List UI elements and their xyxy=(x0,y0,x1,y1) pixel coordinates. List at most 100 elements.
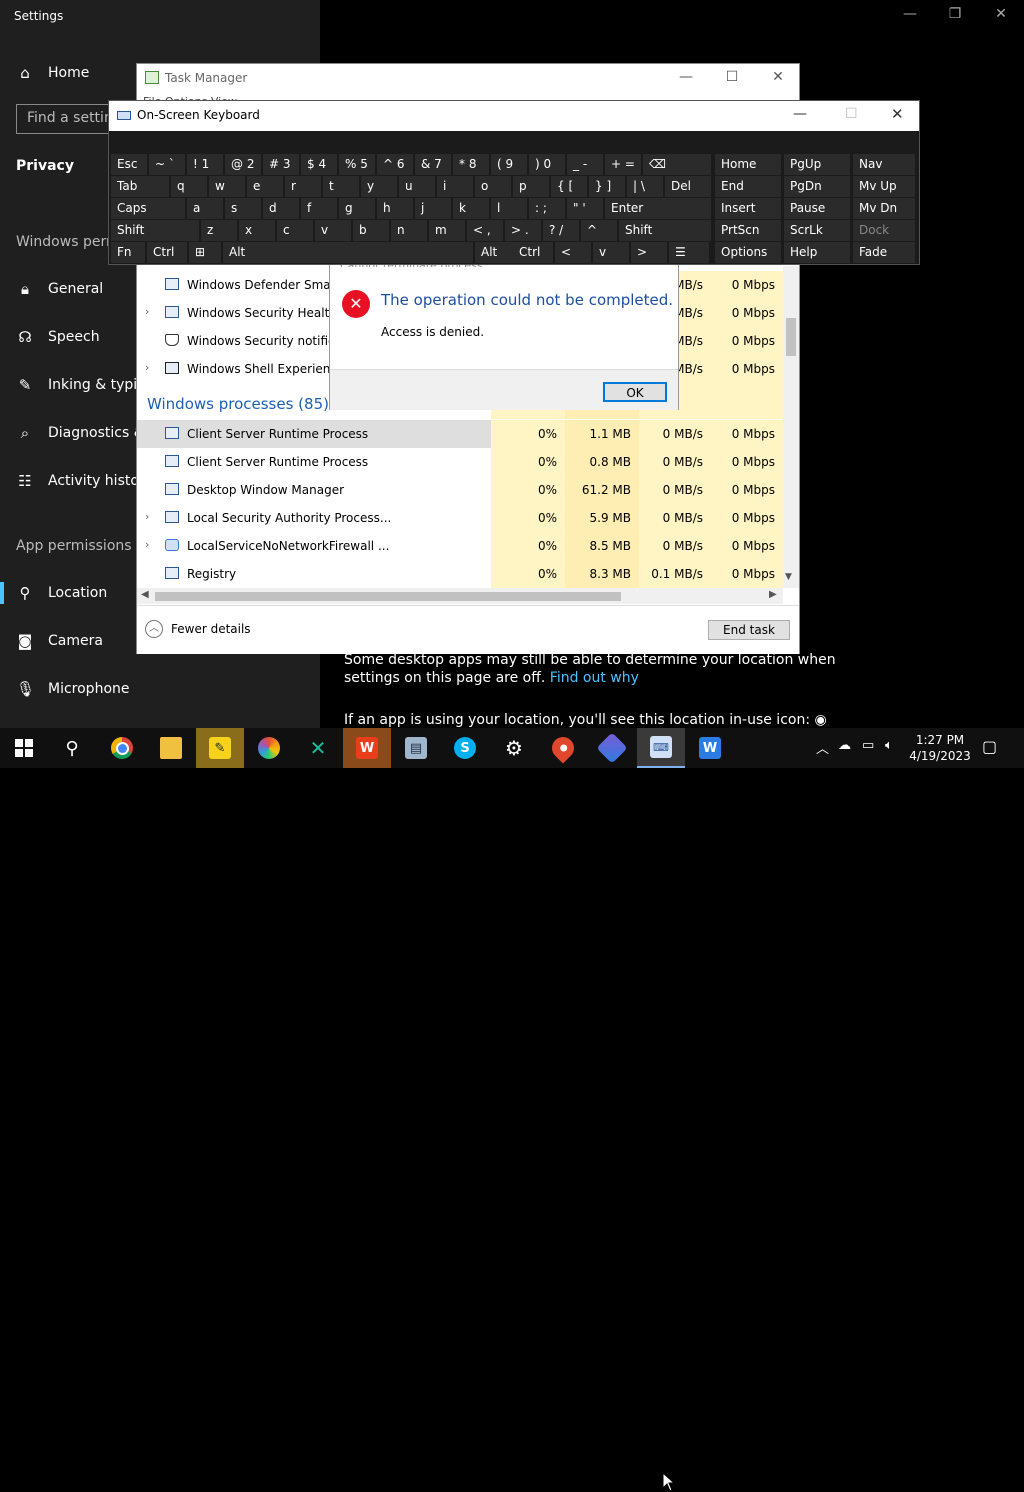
key-tab[interactable]: Tab xyxy=(111,176,169,197)
key-char-0-10[interactable]: ( 9 xyxy=(491,154,527,175)
expand-chevron-icon[interactable]: › xyxy=(145,305,149,318)
scroll-down-arrow-icon[interactable]: ▼ xyxy=(785,572,792,582)
key-char-1-6[interactable]: y xyxy=(361,176,397,197)
xmind-icon[interactable]: ✕ xyxy=(294,728,342,768)
key-char-0-2[interactable]: ! 1 xyxy=(187,154,223,175)
power-automate-icon[interactable] xyxy=(588,728,636,768)
key-char-1-5[interactable]: t xyxy=(323,176,359,197)
vertical-scroll-thumb[interactable] xyxy=(786,318,796,356)
key-char-2-6[interactable]: h xyxy=(377,198,413,219)
key-char-0-1[interactable]: ~ ` xyxy=(149,154,185,175)
action-center-icon[interactable]: ▢ xyxy=(982,737,997,756)
horizontal-scroll-thumb[interactable] xyxy=(155,592,621,601)
key-char-2-5[interactable]: g xyxy=(339,198,375,219)
key-char-1-1[interactable]: q xyxy=(171,176,207,197)
expand-chevron-icon[interactable]: › xyxy=(145,538,149,551)
network-icon[interactable]: ▭ xyxy=(862,738,874,753)
key-alt[interactable]: Alt xyxy=(475,242,515,263)
expand-chevron-icon[interactable]: › xyxy=(145,361,149,374)
key-help[interactable]: Help xyxy=(784,242,850,263)
photos-icon[interactable] xyxy=(245,728,293,768)
key-char-3-5[interactable]: b xyxy=(353,220,389,241)
osk-close-button[interactable]: ✕ xyxy=(891,105,904,123)
key-scrlk[interactable]: ScrLk xyxy=(784,220,850,241)
show-hidden-icons-chevron-icon[interactable]: ︿ xyxy=(816,738,829,757)
key-char-1-2[interactable]: w xyxy=(209,176,245,197)
scroll-left-arrow-icon[interactable]: ◀ xyxy=(141,589,149,600)
key-char-1-9[interactable]: o xyxy=(475,176,511,197)
key-fn[interactable]: Fn xyxy=(111,242,145,263)
key-shift[interactable]: Shift xyxy=(619,220,711,241)
volume-icon[interactable]: 🔈︎ xyxy=(885,738,893,753)
key-end[interactable]: End xyxy=(715,176,781,197)
key-delete[interactable]: Del xyxy=(665,176,711,197)
nav-activity-history[interactable]: ☷ Activity history xyxy=(16,472,153,490)
key-char-2-3[interactable]: d xyxy=(263,198,299,219)
skype-icon[interactable]: S xyxy=(441,728,489,768)
key-char-2-4[interactable]: f xyxy=(301,198,337,219)
expand-chevron-icon[interactable]: › xyxy=(145,510,149,523)
end-task-button[interactable]: End task xyxy=(708,620,790,640)
key-char-3-2[interactable]: x xyxy=(239,220,275,241)
key-down-arrow[interactable]: v xyxy=(315,220,351,241)
nav-general[interactable]: 🔒︎ General xyxy=(16,280,103,298)
key-char-0-4[interactable]: # 3 xyxy=(263,154,299,175)
key-ctrl[interactable]: Ctrl xyxy=(147,242,187,263)
key-char-3-9[interactable]: > . xyxy=(505,220,541,241)
key-char-0-9[interactable]: * 8 xyxy=(453,154,489,175)
key-char-1-10[interactable]: p xyxy=(513,176,549,197)
key-char-0-8[interactable]: & 7 xyxy=(415,154,451,175)
key-char-2-9[interactable]: l xyxy=(491,198,527,219)
key-char-1-7[interactable]: u xyxy=(399,176,435,197)
table-row[interactable]: Registry 0% 8.3 MB 0.1 MB/s 0 Mbps xyxy=(137,560,783,588)
start-icon[interactable] xyxy=(0,728,48,768)
table-row[interactable]: › Local Security Authority Process... 0%… xyxy=(137,504,783,532)
chrome-icon[interactable] xyxy=(98,728,146,768)
key-char-3-3[interactable]: c xyxy=(277,220,313,241)
key-pgup[interactable]: PgUp xyxy=(784,154,850,175)
table-row-selected[interactable]: Client Server Runtime Process 0% 1.1 MB … xyxy=(137,420,783,448)
file-explorer-icon[interactable] xyxy=(147,728,195,768)
key-char-2-11[interactable]: " ' xyxy=(567,198,603,219)
key-char-3-6[interactable]: n xyxy=(391,220,427,241)
key-char-2-10[interactable]: : ; xyxy=(529,198,565,219)
tm-minimize-button[interactable]: — xyxy=(671,69,701,85)
key-menu[interactable]: ☰ xyxy=(669,242,709,263)
settings-icon[interactable]: ⚙ xyxy=(490,728,538,768)
key-prtscn[interactable]: PrtScn xyxy=(715,220,781,241)
vertical-scrollbar[interactable]: ▼ xyxy=(783,266,799,588)
ok-button[interactable]: OK xyxy=(603,382,667,402)
table-row[interactable]: Desktop Window Manager 0% 61.2 MB 0 MB/s… xyxy=(137,476,783,504)
horizontal-scrollbar[interactable]: ◀ ▶ xyxy=(137,588,783,604)
office-icon[interactable]: W xyxy=(343,728,391,768)
key-shift[interactable]: Shift xyxy=(111,220,199,241)
key-char-2-1[interactable]: a xyxy=(187,198,223,219)
settings-minimize-button[interactable]: — xyxy=(900,6,920,22)
key-char-0-12[interactable]: _ - xyxy=(567,154,603,175)
key-down-arrow[interactable]: v xyxy=(593,242,629,263)
key-char-1-13[interactable]: | \ xyxy=(627,176,663,197)
scroll-right-arrow-icon[interactable]: ▶ xyxy=(769,589,777,600)
onedrive-icon[interactable]: ☁ xyxy=(838,738,851,753)
key-char-1-12[interactable]: } ] xyxy=(589,176,625,197)
key-char-3-8[interactable]: < , xyxy=(467,220,503,241)
settings-close-button[interactable]: ✕ xyxy=(991,6,1011,22)
key-char-0-13[interactable]: + = xyxy=(605,154,641,175)
osk-icon[interactable]: ⌨ xyxy=(637,728,685,768)
fewer-details-button[interactable]: ︿ Fewer details xyxy=(145,620,251,638)
key-alt[interactable]: Alt xyxy=(223,242,473,263)
nav-inking[interactable]: ✎ Inking & typing xyxy=(16,376,155,394)
key-char-0-6[interactable]: % 5 xyxy=(339,154,375,175)
home-nav-item[interactable]: ⌂ Home xyxy=(16,64,89,82)
key-left-arrow[interactable]: < xyxy=(555,242,591,263)
find-out-why-link[interactable]: Find out why xyxy=(550,670,639,686)
nav-camera[interactable]: ◙ Camera xyxy=(16,632,103,650)
key-nav[interactable]: Nav xyxy=(853,154,915,175)
key-char-2-7[interactable]: j xyxy=(415,198,451,219)
key-ctrl[interactable]: Ctrl xyxy=(513,242,553,263)
key-char-2-8[interactable]: k xyxy=(453,198,489,219)
maps-icon[interactable] xyxy=(539,728,587,768)
nav-microphone[interactable]: 🎙︎ Microphone xyxy=(16,680,130,698)
key-pause[interactable]: Pause xyxy=(784,198,850,219)
settings-maximize-button[interactable]: ❐ xyxy=(945,6,965,22)
